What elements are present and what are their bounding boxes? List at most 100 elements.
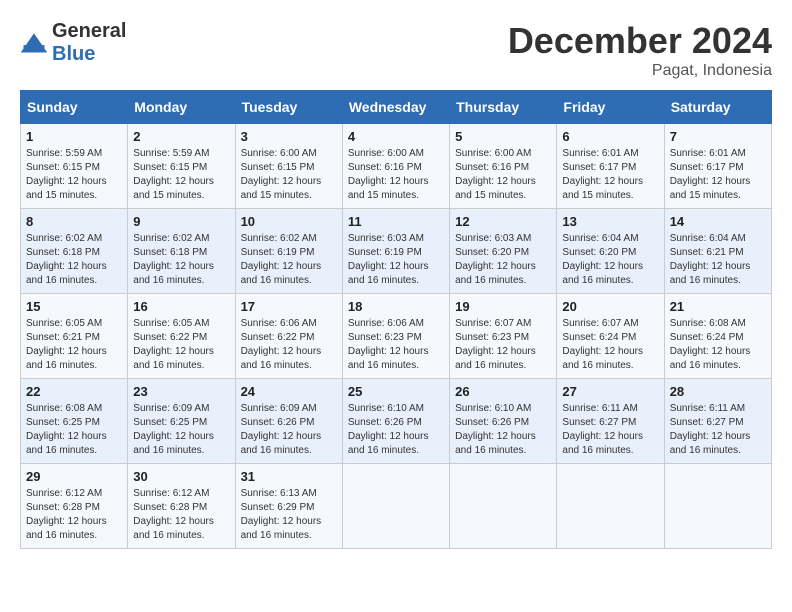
header-friday: Friday (557, 91, 664, 124)
day-info: Sunrise: 6:04 AMSunset: 6:20 PMDaylight:… (562, 232, 658, 288)
day-number: 21 (670, 299, 766, 314)
calendar-cell: 13 Sunrise: 6:04 AMSunset: 6:20 PMDayligh… (557, 209, 664, 294)
day-info: Sunrise: 5:59 AMSunset: 6:15 PMDaylight:… (133, 147, 229, 203)
calendar-cell: 30Sunrise: 6:12 AMSunset: 6:28 PMDayligh… (128, 464, 235, 549)
calendar-cell: 15 Sunrise: 6:05 AMSunset: 6:21 PMDayligh… (21, 294, 128, 379)
day-number: 16 (133, 299, 229, 314)
logo-text: General Blue (52, 20, 126, 66)
day-info: Sunrise: 6:09 AMSunset: 6:26 PMDaylight:… (241, 402, 337, 458)
header-tuesday: Tuesday (235, 91, 342, 124)
day-info: Sunrise: 6:03 AMSunset: 6:20 PMDaylight:… (455, 232, 551, 288)
day-info: Sunrise: 6:05 AMSunset: 6:21 PMDaylight:… (26, 317, 122, 373)
day-info: Sunrise: 6:10 AMSunset: 6:26 PMDaylight:… (348, 402, 444, 458)
day-info: Sunrise: 6:02 AMSunset: 6:18 PMDaylight:… (133, 232, 229, 288)
calendar-cell: 3 Sunrise: 6:00 AMSunset: 6:15 PMDaylight… (235, 124, 342, 209)
day-info: Sunrise: 6:10 AMSunset: 6:26 PMDaylight:… (455, 402, 551, 458)
logo: General Blue (20, 20, 126, 66)
day-number: 11 (348, 214, 444, 229)
calendar-cell: 5Sunrise: 6:00 AMSunset: 6:16 PMDaylight… (450, 124, 557, 209)
day-info: Sunrise: 6:13 AMSunset: 6:29 PMDaylight:… (241, 487, 337, 543)
day-info: Sunrise: 6:11 AMSunset: 6:27 PMDaylight:… (562, 402, 658, 458)
calendar-cell (664, 464, 771, 549)
day-number: 13 (562, 214, 658, 229)
day-number: 10 (241, 214, 337, 229)
day-number: 24 (241, 384, 337, 399)
day-info: Sunrise: 6:09 AMSunset: 6:25 PMDaylight:… (133, 402, 229, 458)
calendar-cell: 25Sunrise: 6:10 AMSunset: 6:26 PMDayligh… (342, 379, 449, 464)
calendar-cell: 10 Sunrise: 6:02 AMSunset: 6:19 PMDayligh… (235, 209, 342, 294)
calendar-cell: 22Sunrise: 6:08 AMSunset: 6:25 PMDayligh… (21, 379, 128, 464)
day-info: Sunrise: 6:05 AMSunset: 6:22 PMDaylight:… (133, 317, 229, 373)
calendar-cell: 31 Sunrise: 6:13 AMSunset: 6:29 PMDayligh… (235, 464, 342, 549)
month-year-title: December 2024 (508, 20, 772, 62)
day-number: 3 (241, 129, 337, 144)
day-info: Sunrise: 6:01 AMSunset: 6:17 PMDaylight:… (670, 147, 766, 203)
day-info: Sunrise: 6:04 AMSunset: 6:21 PMDaylight:… (670, 232, 766, 288)
calendar-cell: 8 Sunrise: 6:02 AMSunset: 6:18 PMDaylight… (21, 209, 128, 294)
day-number: 8 (26, 214, 122, 229)
day-info: Sunrise: 6:07 AMSunset: 6:23 PMDaylight:… (455, 317, 551, 373)
day-number: 28 (670, 384, 766, 399)
calendar-week-row: 22Sunrise: 6:08 AMSunset: 6:25 PMDayligh… (21, 379, 772, 464)
calendar-cell: 6Sunrise: 6:01 AMSunset: 6:17 PMDaylight… (557, 124, 664, 209)
day-number: 14 (670, 214, 766, 229)
day-number: 9 (133, 214, 229, 229)
calendar-cell: 4 Sunrise: 6:00 AMSunset: 6:16 PMDaylight… (342, 124, 449, 209)
day-info: Sunrise: 6:00 AMSunset: 6:15 PMDaylight:… (241, 147, 337, 203)
day-info: Sunrise: 6:03 AMSunset: 6:19 PMDaylight:… (348, 232, 444, 288)
day-info: Sunrise: 6:08 AMSunset: 6:24 PMDaylight:… (670, 317, 766, 373)
day-number: 20 (562, 299, 658, 314)
page-header: General Blue December 2024 Pagat, Indone… (20, 20, 772, 80)
calendar-cell: 9 Sunrise: 6:02 AMSunset: 6:18 PMDaylight… (128, 209, 235, 294)
day-number: 12 (455, 214, 551, 229)
header-wednesday: Wednesday (342, 91, 449, 124)
calendar-cell: 11 Sunrise: 6:03 AMSunset: 6:19 PMDayligh… (342, 209, 449, 294)
header-thursday: Thursday (450, 91, 557, 124)
location-subtitle: Pagat, Indonesia (508, 62, 772, 80)
day-number: 2 (133, 129, 229, 144)
day-number: 15 (26, 299, 122, 314)
day-number: 17 (241, 299, 337, 314)
calendar-cell: 28 Sunrise: 6:11 AMSunset: 6:27 PMDayligh… (664, 379, 771, 464)
calendar-cell: 26Sunrise: 6:10 AMSunset: 6:26 PMDayligh… (450, 379, 557, 464)
calendar-cell (557, 464, 664, 549)
day-number: 31 (241, 469, 337, 484)
day-info: Sunrise: 6:11 AMSunset: 6:27 PMDaylight:… (670, 402, 766, 458)
logo-icon (20, 32, 48, 54)
header-monday: Monday (128, 91, 235, 124)
title-area: December 2024 Pagat, Indonesia (508, 20, 772, 80)
day-number: 4 (348, 129, 444, 144)
calendar-cell: 16 Sunrise: 6:05 AMSunset: 6:22 PMDayligh… (128, 294, 235, 379)
day-number: 23 (133, 384, 229, 399)
calendar-cell: 19 Sunrise: 6:07 AMSunset: 6:23 PMDayligh… (450, 294, 557, 379)
calendar-cell (450, 464, 557, 549)
day-number: 19 (455, 299, 551, 314)
day-info: Sunrise: 6:02 AMSunset: 6:18 PMDaylight:… (26, 232, 122, 288)
day-info: Sunrise: 6:00 AMSunset: 6:16 PMDaylight:… (348, 147, 444, 203)
header-saturday: Saturday (664, 91, 771, 124)
day-info: Sunrise: 6:02 AMSunset: 6:19 PMDaylight:… (241, 232, 337, 288)
day-info: Sunrise: 6:08 AMSunset: 6:25 PMDaylight:… (26, 402, 122, 458)
calendar-week-row: 1 Sunrise: 5:59 AMSunset: 6:15 PMDaylight… (21, 124, 772, 209)
day-number: 29 (26, 469, 122, 484)
day-number: 18 (348, 299, 444, 314)
header-sunday: Sunday (21, 91, 128, 124)
calendar-cell: 24 Sunrise: 6:09 AMSunset: 6:26 PMDayligh… (235, 379, 342, 464)
calendar-cell: 27 Sunrise: 6:11 AMSunset: 6:27 PMDayligh… (557, 379, 664, 464)
day-number: 1 (26, 129, 122, 144)
day-number: 7 (670, 129, 766, 144)
calendar-table: SundayMondayTuesdayWednesdayThursdayFrid… (20, 90, 772, 549)
logo-general: General (52, 20, 126, 42)
day-info: Sunrise: 6:01 AMSunset: 6:17 PMDaylight:… (562, 147, 658, 203)
calendar-week-row: 8 Sunrise: 6:02 AMSunset: 6:18 PMDaylight… (21, 209, 772, 294)
day-info: Sunrise: 5:59 AMSunset: 6:15 PMDaylight:… (26, 147, 122, 203)
calendar-cell (342, 464, 449, 549)
day-number: 30 (133, 469, 229, 484)
day-number: 5 (455, 129, 551, 144)
calendar-cell: 7 Sunrise: 6:01 AMSunset: 6:17 PMDaylight… (664, 124, 771, 209)
calendar-week-row: 15 Sunrise: 6:05 AMSunset: 6:21 PMDayligh… (21, 294, 772, 379)
day-number: 27 (562, 384, 658, 399)
calendar-cell: 29Sunrise: 6:12 AMSunset: 6:28 PMDayligh… (21, 464, 128, 549)
day-info: Sunrise: 6:07 AMSunset: 6:24 PMDaylight:… (562, 317, 658, 373)
calendar-cell: 1 Sunrise: 5:59 AMSunset: 6:15 PMDaylight… (21, 124, 128, 209)
